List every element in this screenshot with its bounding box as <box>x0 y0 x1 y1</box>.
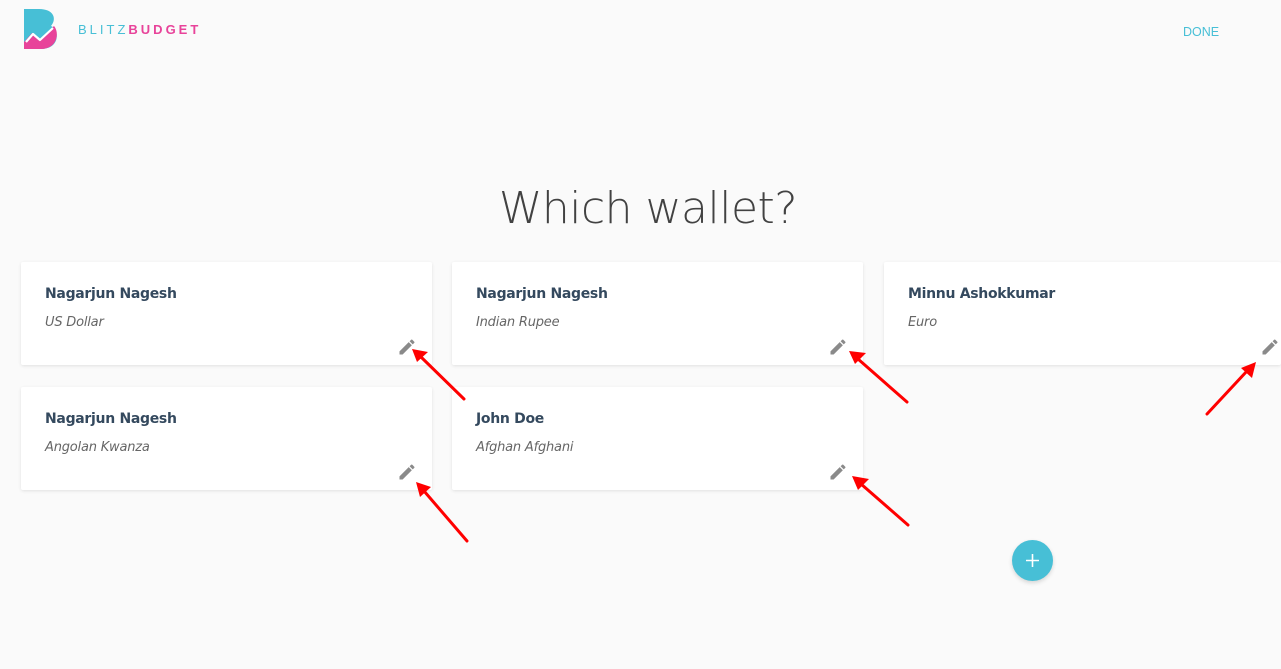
logo-wordmark: BLITZBUDGET <box>78 22 201 37</box>
wallet-card[interactable]: John Doe Afghan Afghani <box>452 387 863 490</box>
wallet-currency: US Dollar <box>45 315 104 330</box>
wallet-owner: Nagarjun Nagesh <box>45 411 177 427</box>
wallet-owner: John Doe <box>476 411 544 427</box>
wallet-currency: Afghan Afghani <box>476 440 574 455</box>
wallet-card[interactable]: Nagarjun Nagesh Indian Rupee <box>452 262 863 365</box>
annotation-arrow-3 <box>1205 362 1256 416</box>
wallet-card[interactable]: Nagarjun Nagesh US Dollar <box>21 262 432 365</box>
wallet-currency: Euro <box>908 315 937 330</box>
pencil-icon[interactable] <box>828 462 848 482</box>
wallet-owner: Minnu Ashokkumar <box>908 286 1055 302</box>
wallet-card[interactable]: Minnu Ashokkumar Euro <box>884 262 1281 365</box>
wallet-owner: Nagarjun Nagesh <box>45 286 177 302</box>
logo-text-bold: BUDGET <box>128 21 202 37</box>
wallet-card[interactable]: Nagarjun Nagesh Angolan Kwanza <box>21 387 432 490</box>
done-button[interactable]: DONE <box>1183 25 1219 39</box>
wallet-currency: Angolan Kwanza <box>45 440 150 455</box>
pencil-icon[interactable] <box>397 337 417 357</box>
logo-text-light: BLITZ <box>78 21 129 37</box>
add-wallet-button[interactable] <box>1012 540 1053 581</box>
plus-icon <box>1026 554 1039 567</box>
page-title: Which wallet? <box>498 183 798 234</box>
app-logo[interactable]: BLITZBUDGET <box>24 9 201 49</box>
pencil-icon[interactable] <box>1260 337 1280 357</box>
annotation-arrow-4 <box>416 482 469 543</box>
pencil-icon[interactable] <box>828 337 848 357</box>
pencil-icon[interactable] <box>397 462 417 482</box>
logo-mark-icon <box>24 9 57 49</box>
wallet-currency: Indian Rupee <box>476 315 560 330</box>
wallet-owner: Nagarjun Nagesh <box>476 286 608 302</box>
